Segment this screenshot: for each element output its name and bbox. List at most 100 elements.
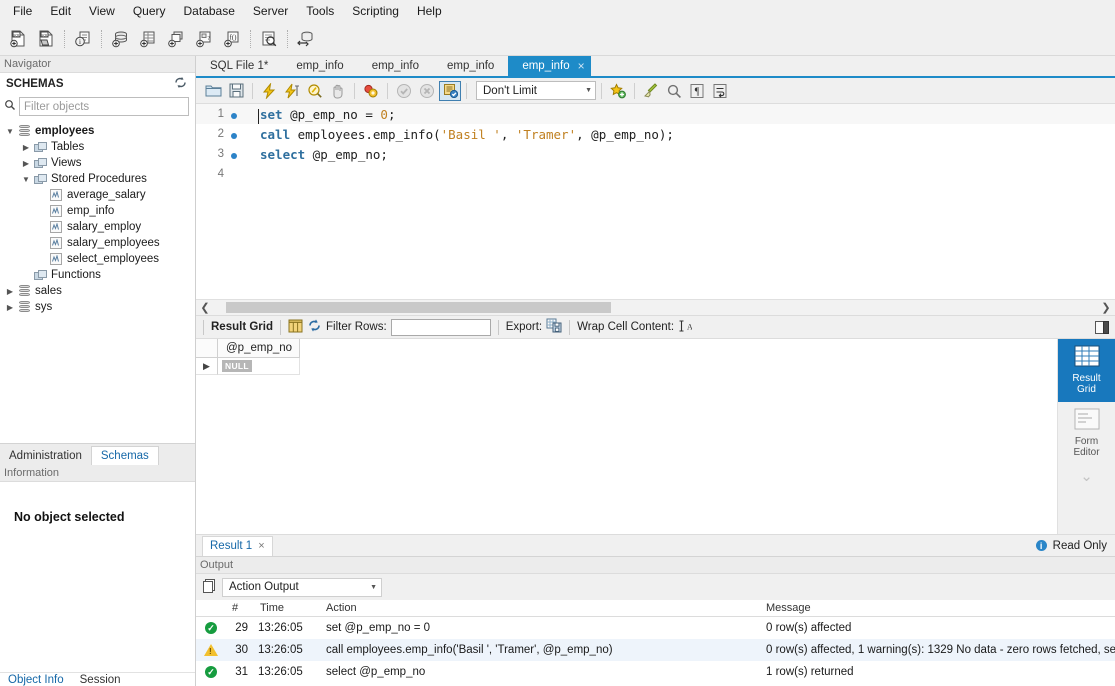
- tree-collapse-icon[interactable]: ▶: [20, 143, 32, 152]
- menu-item-help[interactable]: Help: [408, 1, 451, 21]
- sidebar-tab-schemas[interactable]: Schemas: [91, 446, 159, 465]
- new-sql-tab-icon[interactable]: SQL: [5, 26, 31, 52]
- tree-item-salary-employees[interactable]: salary_employees: [0, 235, 195, 251]
- menu-item-tools[interactable]: Tools: [297, 1, 343, 21]
- output-column-header[interactable]: #: [226, 600, 254, 616]
- reconnect-server-icon[interactable]: [293, 26, 319, 52]
- row-selector-icon[interactable]: ▶: [196, 358, 218, 375]
- scroll-thumb[interactable]: [226, 302, 611, 313]
- limit-rows-select[interactable]: Don't Limit ▼: [476, 81, 596, 100]
- menu-item-database[interactable]: Database: [175, 1, 244, 21]
- filter-objects-input[interactable]: [19, 97, 189, 116]
- scroll-track[interactable]: [214, 302, 1097, 313]
- connection-info-icon[interactable]: i: [70, 26, 96, 52]
- toggle-autocommit-icon[interactable]: [439, 81, 461, 101]
- execute-statement-icon[interactable]: [258, 81, 280, 101]
- rollback-transaction-icon[interactable]: [416, 81, 438, 101]
- new-view-icon[interactable]: [163, 26, 189, 52]
- toggle-invisible-characters-icon[interactable]: ¶: [686, 81, 708, 101]
- sidebar-tab-administration[interactable]: Administration: [0, 447, 91, 465]
- clear-query-icon[interactable]: [640, 81, 662, 101]
- schema-tree[interactable]: ▼employees▶Tables▶Views▼Stored Procedure…: [0, 120, 195, 443]
- grid-column-header[interactable]: @p_emp_no: [218, 339, 300, 358]
- tree-item-views[interactable]: ▶Views: [0, 155, 195, 171]
- output-row[interactable]: ✓3113:26:05select @p_emp_no1 row(s) retu…: [196, 661, 1115, 683]
- output-row[interactable]: ✓2913:26:05set @p_emp_no = 00 row(s) aff…: [196, 617, 1115, 639]
- open-file-icon[interactable]: [202, 81, 224, 101]
- editor-tab-active[interactable]: emp_info×: [508, 56, 590, 76]
- menu-item-file[interactable]: File: [4, 1, 41, 21]
- new-table-icon[interactable]: [135, 26, 161, 52]
- output-column-header[interactable]: Action: [320, 600, 760, 616]
- info-tab-session[interactable]: Session: [72, 673, 129, 686]
- explain-statement-icon[interactable]: [304, 81, 326, 101]
- toggle-wrap-lines-icon[interactable]: [709, 81, 731, 101]
- tree-item-select-employees[interactable]: select_employees: [0, 251, 195, 267]
- menu-item-query[interactable]: Query: [124, 1, 175, 21]
- editor-tab[interactable]: SQL File 1*: [196, 56, 282, 76]
- output-mode-select[interactable]: Action Output ▼: [222, 578, 382, 597]
- export-recordset-icon[interactable]: [546, 318, 562, 336]
- menu-item-view[interactable]: View: [80, 1, 124, 21]
- editor-tab[interactable]: emp_info: [433, 56, 508, 76]
- grid-view-icon[interactable]: [288, 319, 303, 336]
- tree-expand-icon[interactable]: ▼: [4, 127, 16, 136]
- new-schema-icon[interactable]: [107, 26, 133, 52]
- result-tab[interactable]: Result 1 ×: [202, 536, 273, 556]
- refresh-icon[interactable]: [174, 77, 187, 91]
- editor-horizontal-scrollbar[interactable]: ❮ ❯: [196, 299, 1115, 315]
- filter-rows-input[interactable]: [391, 319, 491, 336]
- stop-execution-icon[interactable]: [327, 81, 349, 101]
- code-line[interactable]: 2call employees.emp_info('Basil ', 'Tram…: [196, 124, 1115, 144]
- tree-item-sales[interactable]: ▶sales: [0, 283, 195, 299]
- tree-item-emp-info[interactable]: emp_info: [0, 203, 195, 219]
- menu-item-edit[interactable]: Edit: [41, 1, 80, 21]
- editor-tab[interactable]: emp_info: [282, 56, 357, 76]
- editor-tab[interactable]: emp_info: [358, 56, 433, 76]
- tree-item-functions[interactable]: Functions: [0, 267, 195, 283]
- toggle-stop-on-error-icon[interactable]: [360, 81, 382, 101]
- output-row[interactable]: 3013:26:05call employees.emp_info('Basil…: [196, 639, 1115, 661]
- new-function-icon[interactable]: f(): [219, 26, 245, 52]
- tree-item-average-salary[interactable]: average_salary: [0, 187, 195, 203]
- chevron-down-icon[interactable]: ⌄: [1080, 465, 1093, 485]
- refresh-grid-icon[interactable]: [307, 319, 322, 335]
- close-icon[interactable]: ×: [258, 540, 264, 552]
- tree-item-tables[interactable]: ▶Tables: [0, 139, 195, 155]
- tree-collapse-icon[interactable]: ▶: [4, 303, 16, 312]
- code-line[interactable]: 4: [196, 164, 1115, 184]
- tree-item-sys[interactable]: ▶sys: [0, 299, 195, 315]
- save-file-icon[interactable]: [225, 81, 247, 101]
- action-output-table[interactable]: #TimeActionMessage✓2913:26:05set @p_emp_…: [196, 600, 1115, 686]
- execute-current-statement-icon[interactable]: [281, 81, 303, 101]
- tree-expand-icon[interactable]: ▼: [20, 175, 32, 184]
- grid-row[interactable]: ▶NULL: [196, 358, 1057, 375]
- side-panel-result-grid-icon[interactable]: Result Grid: [1058, 339, 1115, 402]
- grid-cell[interactable]: NULL: [218, 358, 300, 375]
- code-line[interactable]: 3select @p_emp_no;: [196, 144, 1115, 164]
- menu-item-server[interactable]: Server: [244, 1, 297, 21]
- scroll-right-icon[interactable]: ❯: [1097, 301, 1115, 314]
- info-tab-object-info[interactable]: Object Info: [0, 673, 72, 686]
- toggle-side-panel-icon[interactable]: [1095, 321, 1115, 334]
- tree-collapse-icon[interactable]: ▶: [4, 287, 16, 296]
- result-grid[interactable]: @p_emp_no▶NULL: [196, 339, 1057, 534]
- output-column-header[interactable]: Time: [254, 600, 320, 616]
- search-data-icon[interactable]: [256, 26, 282, 52]
- tree-item-salary-employ[interactable]: salary_employ: [0, 219, 195, 235]
- output-column-header[interactable]: Message: [760, 600, 1115, 616]
- open-sql-script-icon[interactable]: SQL: [33, 26, 59, 52]
- tree-item-stored-procedures[interactable]: ▼Stored Procedures: [0, 171, 195, 187]
- code-line[interactable]: 1set @p_emp_no = 0;: [196, 104, 1115, 124]
- beautify-query-icon[interactable]: [607, 81, 629, 101]
- sql-code-editor[interactable]: 1set @p_emp_no = 0;2call employees.emp_i…: [196, 104, 1115, 299]
- tree-item-employees[interactable]: ▼employees: [0, 123, 195, 139]
- menu-item-scripting[interactable]: Scripting: [343, 1, 408, 21]
- tree-collapse-icon[interactable]: ▶: [20, 159, 32, 168]
- commit-transaction-icon[interactable]: [393, 81, 415, 101]
- scroll-left-icon[interactable]: ❮: [196, 301, 214, 314]
- side-panel-form-editor-icon[interactable]: Form Editor: [1058, 402, 1115, 465]
- close-icon[interactable]: ×: [578, 59, 585, 73]
- find-icon[interactable]: [663, 81, 685, 101]
- wrap-cell-icon[interactable]: A: [678, 319, 692, 336]
